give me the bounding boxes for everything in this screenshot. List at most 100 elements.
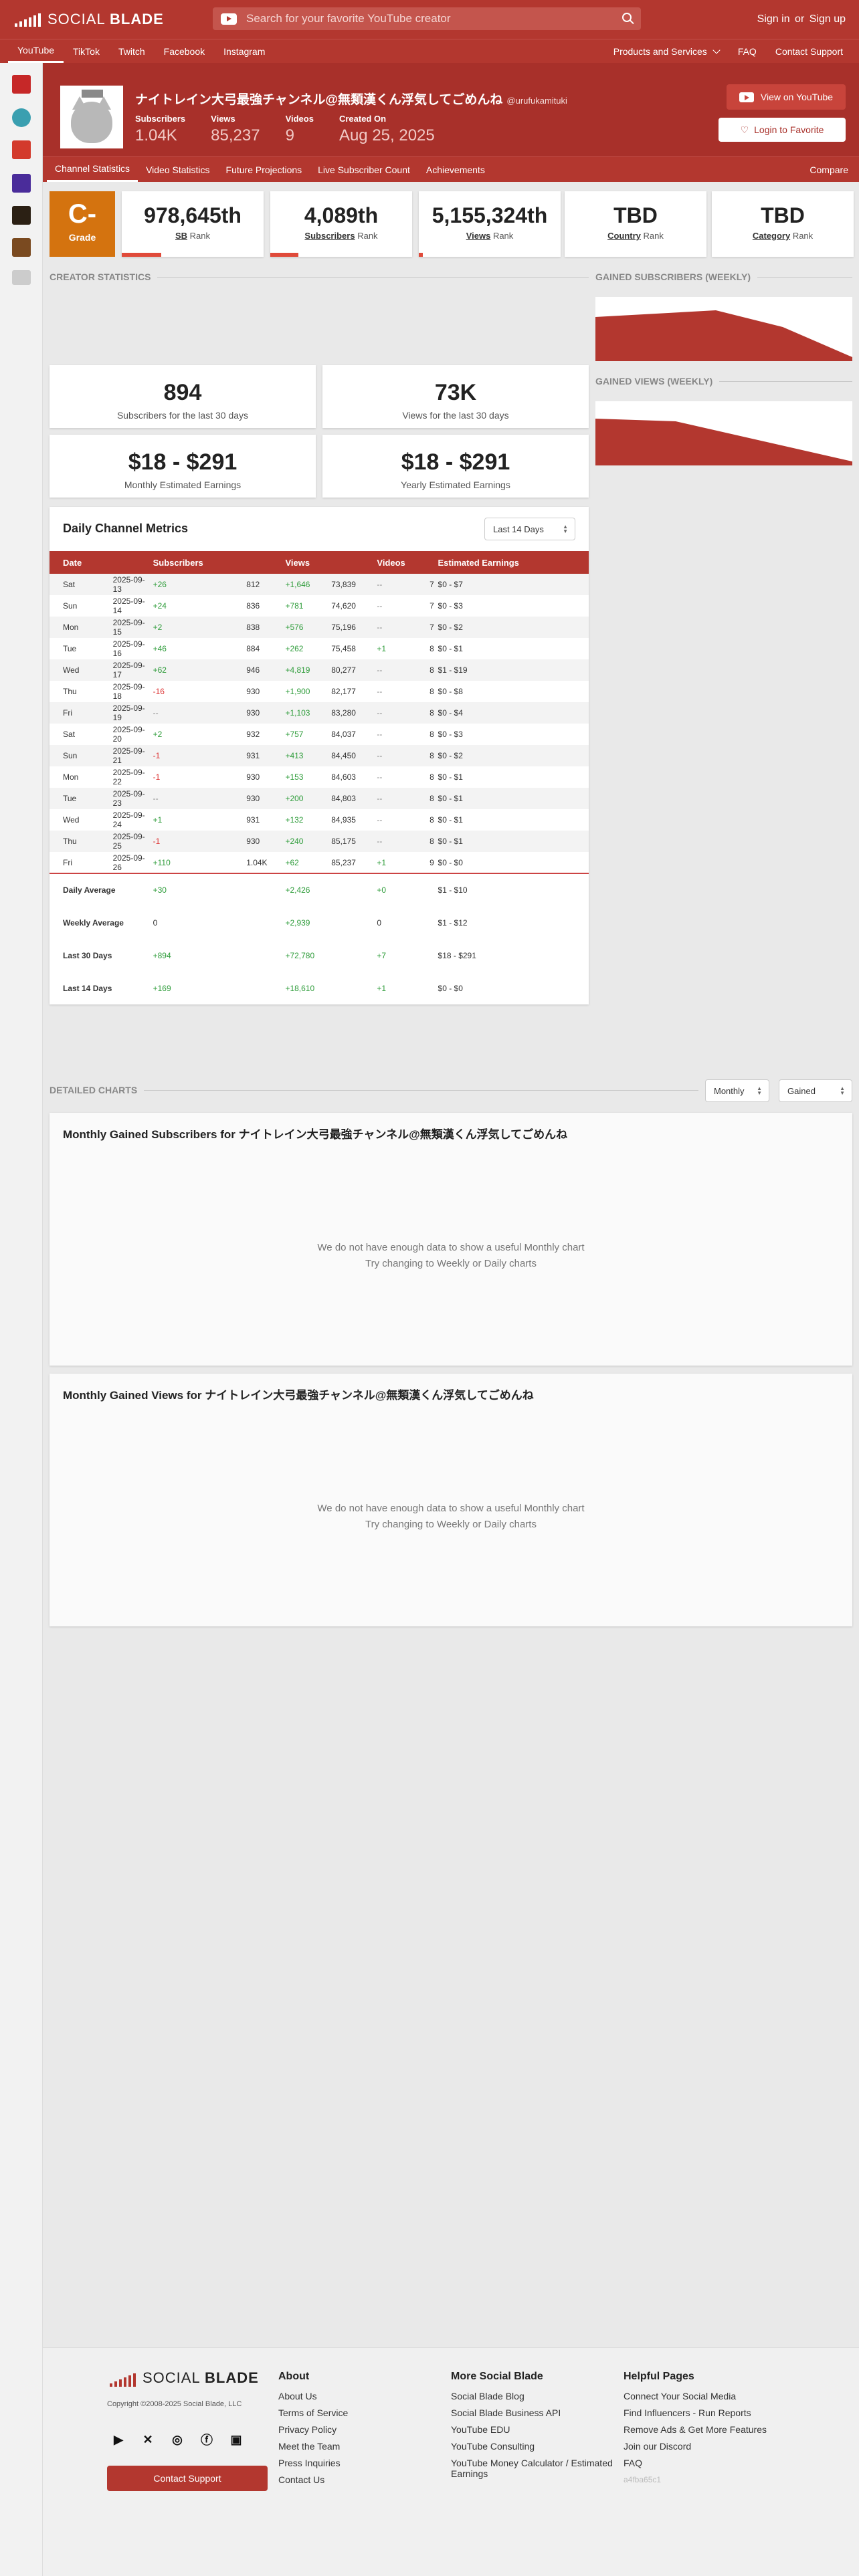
section-title: DETAILED CHARTS bbox=[50, 1085, 138, 1095]
facebook-icon[interactable]: ⓕ bbox=[198, 2431, 215, 2448]
platform-nav: YouTube TikTok Twitch Facebook Instagram… bbox=[0, 39, 859, 63]
nav-faq[interactable]: FAQ bbox=[738, 46, 757, 57]
cell-videos-change: -- bbox=[377, 687, 383, 696]
cell-earnings: $0 - $4 bbox=[438, 702, 589, 724]
nav-instagram[interactable]: Instagram bbox=[214, 39, 274, 63]
section-title: GAINED SUBSCRIBERS (WEEKLY) bbox=[595, 272, 751, 282]
cell-subs-change: -1 bbox=[153, 772, 161, 782]
nav-facebook[interactable]: Facebook bbox=[155, 39, 214, 63]
rank-label-link[interactable]: SB bbox=[175, 231, 187, 241]
gained-subscribers-sparkline bbox=[595, 310, 852, 361]
tab-live-subscriber-count[interactable]: Live Subscriber Count bbox=[310, 157, 418, 182]
heart-icon: ♡ bbox=[740, 124, 749, 135]
nav-contact-support[interactable]: Contact Support bbox=[775, 46, 843, 57]
metric-select[interactable]: Gained ▲ ▼ bbox=[779, 1079, 852, 1102]
footer-contact-support-button[interactable]: Contact Support bbox=[107, 2466, 268, 2491]
col-subscribers: Subscribers bbox=[153, 551, 247, 574]
metric-value: Gained bbox=[787, 1085, 816, 1096]
login-to-favorite-button[interactable]: ♡ Login to Favorite bbox=[719, 118, 846, 142]
footer-link[interactable]: Connect Your Social Media bbox=[624, 2391, 767, 2401]
footer-logo-text: SOCIAL BLADE bbox=[142, 2369, 259, 2386]
footer-link[interactable]: Contact Us bbox=[278, 2474, 348, 2485]
rank-card-country: TBD Country Rank bbox=[565, 191, 706, 257]
footer-link[interactable]: Privacy Policy bbox=[278, 2424, 348, 2435]
nav-youtube[interactable]: YouTube bbox=[8, 39, 64, 63]
recent-channel-avatar[interactable] bbox=[12, 108, 31, 127]
metrics-range-select[interactable]: Last 14 Days ▲ ▼ bbox=[484, 518, 575, 540]
summary-value: $18 - $291 bbox=[128, 449, 237, 475]
footer-link[interactable]: YouTube Money Calculator / Estimated Ear… bbox=[451, 2458, 625, 2479]
footer-link[interactable]: Join our Discord bbox=[624, 2441, 767, 2452]
rank-label-link[interactable]: Views bbox=[466, 231, 491, 241]
table-row: Sun 2025-09-14 +24 836 +781 74,620 -- 7 $0 - $3 bbox=[50, 595, 589, 617]
footer-link[interactable]: Find Influencers - Run Reports bbox=[624, 2407, 767, 2418]
nav-products[interactable]: Products and Services bbox=[613, 46, 721, 57]
monthly-views-chart: Monthly Gained Views for ナイトレイン大弓最強チャンネル… bbox=[50, 1374, 852, 1626]
recent-channel-avatar[interactable] bbox=[12, 238, 31, 257]
footer-link[interactable]: FAQ bbox=[624, 2458, 767, 2468]
rank-label-link[interactable]: Country bbox=[607, 231, 641, 241]
recent-channels-rail bbox=[0, 63, 43, 2576]
recent-channel-avatar[interactable] bbox=[12, 270, 31, 285]
footer-link[interactable]: Meet the Team bbox=[278, 2441, 348, 2452]
footer-link[interactable]: Terms of Service bbox=[278, 2407, 348, 2418]
rank-card-category: TBD Category Rank bbox=[712, 191, 854, 257]
cell-earnings: $0 - $1 bbox=[438, 644, 463, 653]
cell-earnings: $1 - $19 bbox=[438, 659, 589, 681]
channel-stats: Subscribers 1.04K Views 85,237 Videos 9 Cre… bbox=[135, 114, 435, 145]
twitch-icon[interactable]: ▣ bbox=[227, 2431, 245, 2448]
chart-empty-message: We do not have enough data to show a use… bbox=[50, 1240, 852, 1272]
table-row: Tue 2025-09-16 +46 884 +262 75,458 +1 8 $0 - $1 bbox=[50, 638, 589, 659]
cell-subs-change: +62 bbox=[153, 659, 247, 681]
cell-views-change: +153 bbox=[285, 772, 304, 782]
search-icon[interactable] bbox=[622, 13, 632, 22]
build-hash: a4fba65c1 bbox=[624, 2475, 662, 2484]
footer-link[interactable]: YouTube Consulting bbox=[451, 2441, 625, 2452]
view-on-youtube-button[interactable]: View on YouTube bbox=[727, 84, 846, 110]
cell-videos-change: -- bbox=[377, 702, 430, 724]
cell-views-average: +2,426 bbox=[285, 873, 377, 906]
tab-achievements[interactable]: Achievements bbox=[418, 157, 493, 182]
rank-label-link[interactable]: Subscribers bbox=[304, 231, 355, 241]
site-logo[interactable]: SOCIAL BLADE bbox=[15, 11, 164, 28]
cell-views-change: +62 bbox=[285, 857, 299, 867]
rank-suffix: Rank bbox=[357, 231, 378, 241]
footer-link[interactable]: Remove Ads & Get More Features bbox=[624, 2424, 767, 2435]
cell-earnings: $0 - $1 bbox=[438, 815, 463, 825]
period-select[interactable]: Monthly ▲ ▼ bbox=[705, 1079, 769, 1102]
rank-progress-bar bbox=[122, 253, 162, 257]
search-input[interactable]: Search for your favorite YouTube creator bbox=[213, 7, 641, 30]
nav-twitch[interactable]: Twitch bbox=[109, 39, 155, 63]
recent-channel-avatar[interactable] bbox=[12, 140, 31, 159]
sign-up-link[interactable]: Sign up bbox=[809, 13, 846, 25]
rank-progress-bar bbox=[270, 253, 299, 257]
table-row: Sat 2025-09-20 +2 932 +757 84,037 -- 8 $0 - $3 bbox=[50, 724, 589, 745]
cell-subs-average: +894 bbox=[153, 950, 171, 960]
recent-channel-avatar[interactable] bbox=[12, 75, 31, 94]
recent-channel-avatar[interactable] bbox=[12, 174, 31, 193]
cell-subs-total: 930 bbox=[246, 788, 286, 809]
cell-videos-total: 8 bbox=[430, 702, 438, 724]
sign-in-link[interactable]: Sign in bbox=[757, 13, 790, 25]
footer-logo[interactable]: SOCIAL BLADE bbox=[110, 2369, 259, 2387]
footer-link[interactable]: YouTube EDU bbox=[451, 2424, 625, 2435]
cell-subs-average: 0 bbox=[153, 918, 158, 928]
tab-video-statistics[interactable]: Video Statistics bbox=[138, 157, 217, 182]
chart-empty-message: We do not have enough data to show a use… bbox=[50, 1501, 852, 1533]
footer-link[interactable]: About Us bbox=[278, 2391, 348, 2401]
nav-tiktok[interactable]: TikTok bbox=[64, 39, 109, 63]
metrics-range-value: Last 14 Days bbox=[493, 524, 544, 534]
footer-link[interactable]: Social Blade Blog bbox=[451, 2391, 625, 2401]
cell-average-label: Weekly Average bbox=[63, 918, 124, 928]
empty-line-2: Try changing to Weekly or Daily charts bbox=[365, 1519, 537, 1530]
tab-future-projections[interactable]: Future Projections bbox=[218, 157, 310, 182]
recent-channel-avatar[interactable] bbox=[12, 206, 31, 225]
footer-link[interactable]: Social Blade Business API bbox=[451, 2407, 625, 2418]
x-twitter-icon[interactable]: ✕ bbox=[139, 2431, 157, 2448]
tab-channel-statistics[interactable]: Channel Statistics bbox=[47, 157, 138, 182]
youtube-icon[interactable]: ▶ bbox=[110, 2431, 127, 2448]
instagram-icon[interactable]: ◎ bbox=[169, 2431, 186, 2448]
footer-link[interactable]: Press Inquiries bbox=[278, 2458, 348, 2468]
rank-label-link[interactable]: Category bbox=[753, 231, 790, 241]
compare-link[interactable]: Compare bbox=[809, 165, 848, 175]
